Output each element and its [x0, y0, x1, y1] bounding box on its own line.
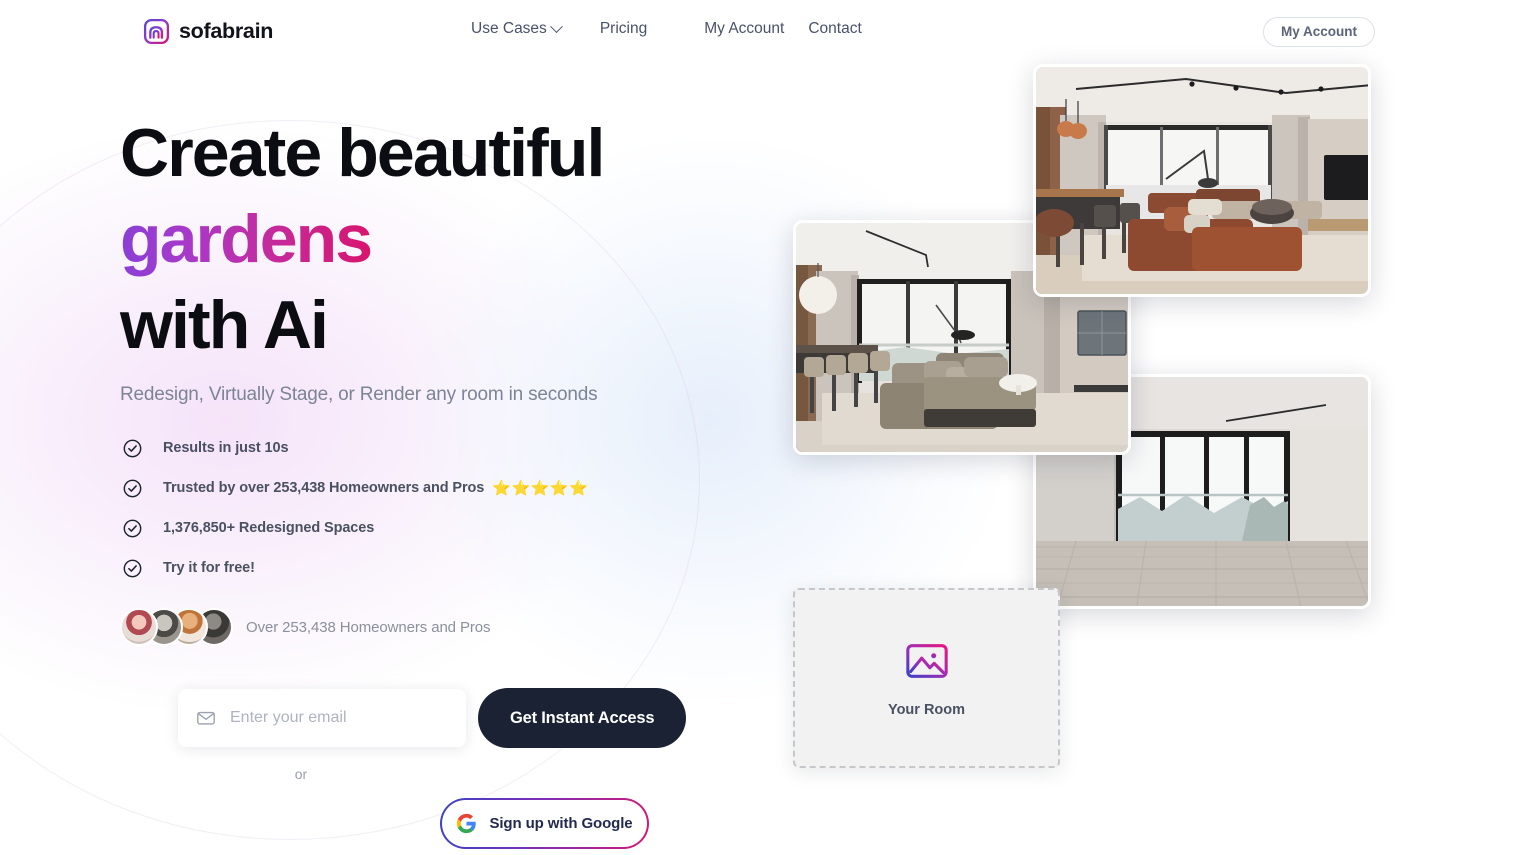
envelope-icon — [197, 711, 215, 725]
hero-subtitle: Redesign, Virtually Stage, or Render any… — [120, 384, 598, 405]
nav-label-my-account: My Account — [704, 20, 785, 37]
feature-label: Results in just 10s — [163, 440, 289, 456]
nav-label-contact: Contact — [808, 20, 862, 37]
your-room-upload-card[interactable]: Your Room — [793, 588, 1060, 768]
logo-text: sofabrain — [179, 19, 274, 43]
check-circle-icon — [123, 519, 142, 537]
feature-item: Results in just 10s — [120, 428, 740, 468]
logo[interactable]: sofabrain — [143, 18, 273, 45]
check-circle-icon — [123, 479, 142, 497]
page-title: Create beautiful gardens with Ai — [120, 110, 740, 368]
rating-stars: ⭐⭐⭐⭐⭐ — [492, 479, 589, 497]
nav-item-contact[interactable]: Contact — [808, 20, 861, 38]
my-account-button[interactable]: My Account — [1262, 17, 1375, 47]
upload-card-label: Your Room — [887, 702, 966, 718]
main-nav: Use Cases Pricing My Account Contact — [471, 19, 862, 38]
get-instant-access-button[interactable]: Get Instant Access — [478, 688, 687, 748]
sofa-arch-logo-icon — [143, 18, 170, 45]
nav-item-use-cases[interactable]: Use Cases — [471, 19, 563, 38]
chevron-down-icon — [549, 19, 563, 33]
headline-line-2-highlight: gardens — [120, 201, 373, 277]
social-proof-label: Over 253,438 Homeowners and Pros — [246, 618, 491, 636]
email-input[interactable] — [230, 709, 440, 727]
feature-item: Trusted by over 253,438 Homeowners and P… — [120, 468, 740, 508]
divider-label: or — [294, 766, 308, 782]
signup-form: Get Instant Access — [178, 688, 740, 748]
feature-item: Try it for free! — [120, 548, 740, 588]
avatar-group — [120, 608, 233, 646]
google-button-label: Sign up with Google — [489, 815, 633, 832]
feature-label: 1,376,850+ Redesigned Spaces — [163, 520, 375, 536]
feature-list: Results in just 10s Trusted by over 253,… — [120, 428, 740, 588]
nav-item-pricing[interactable]: Pricing — [600, 20, 647, 38]
headline-line-3: with Ai — [120, 287, 329, 363]
feature-item: 1,376,850+ Redesigned Spaces — [120, 508, 740, 548]
check-circle-icon — [123, 559, 142, 577]
email-field-wrapper[interactable] — [178, 689, 466, 747]
image-placeholder-icon — [905, 644, 948, 678]
social-proof: Over 253,438 Homeowners and Pros — [120, 608, 740, 646]
avatar — [120, 608, 158, 646]
google-g-icon — [457, 813, 477, 834]
site-header: sofabrain Use Cases Pricing My Account C… — [0, 0, 1520, 62]
living-room-brown-leather-sofa — [1036, 67, 1368, 294]
feature-label: Try it for free! — [163, 560, 255, 576]
check-circle-icon — [123, 439, 142, 457]
feature-label: Trusted by over 253,438 Homeowners and P… — [163, 480, 485, 496]
hero-content: Create beautiful gardens with Ai Redesig… — [120, 110, 740, 849]
headline-line-1: Create beautiful — [120, 115, 605, 191]
nav-label-pricing: Pricing — [599, 20, 648, 37]
nav-label-use-cases: Use Cases — [471, 20, 547, 37]
gallery-image-living-room-brown-leather-sofa[interactable] — [1033, 64, 1371, 297]
nav-item-my-account[interactable]: My Account — [704, 20, 784, 38]
landing-page: sofabrain Use Cases Pricing My Account C… — [0, 0, 1520, 855]
sign-up-with-google-button[interactable]: Sign up with Google — [440, 798, 649, 849]
